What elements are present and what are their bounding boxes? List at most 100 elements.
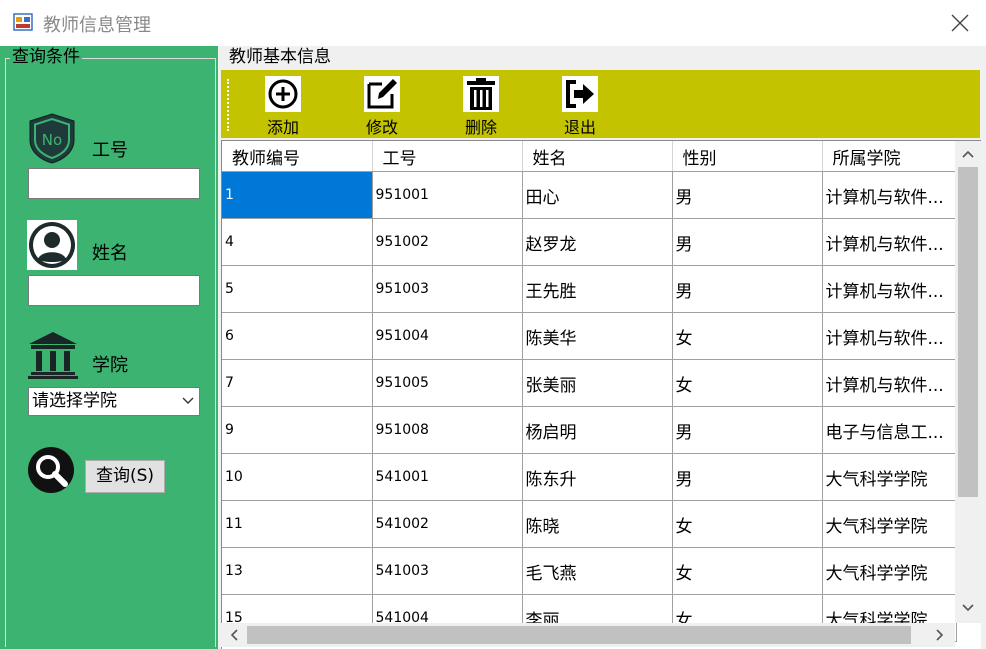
column-header-gender[interactable]: 性别 bbox=[672, 141, 823, 172]
table-cell[interactable]: 951001 bbox=[372, 171, 523, 219]
table-row[interactable]: 11 541002 陈晓 女 大气科学学院 bbox=[222, 500, 957, 548]
toolbar-grip[interactable] bbox=[227, 79, 231, 131]
table-cell[interactable]: 女 bbox=[672, 312, 823, 360]
college-select-value: 请选择学院 bbox=[32, 391, 117, 411]
table-cell[interactable]: 大气科学学院 bbox=[822, 453, 957, 501]
table-cell[interactable]: 毛飞燕 bbox=[522, 547, 673, 595]
edit-button[interactable]: 修改 bbox=[352, 76, 412, 138]
table-cell[interactable]: 田心 bbox=[522, 171, 673, 219]
table-cell[interactable]: 陈东升 bbox=[522, 453, 673, 501]
teacher-table-body: 教师编号 工号 姓名 性别 所属学院 1 951001 田心 男 计算机与软件.… bbox=[222, 141, 957, 642]
id-badge-icon: No bbox=[27, 112, 77, 169]
table-cell[interactable]: 电子与信息工... bbox=[822, 406, 957, 454]
table-cell[interactable]: 张美丽 bbox=[522, 359, 673, 407]
table-cell[interactable]: 计算机与软件... bbox=[822, 218, 957, 266]
table-cell[interactable]: 大气科学学院 bbox=[822, 500, 957, 548]
table-cell[interactable]: 陈晓 bbox=[522, 500, 673, 548]
scroll-up-icon[interactable] bbox=[957, 143, 979, 165]
column-header-teacher-no[interactable]: 教师编号 bbox=[222, 141, 373, 172]
add-button[interactable]: 添加 bbox=[253, 76, 313, 138]
table-cell[interactable]: 541003 bbox=[372, 547, 523, 595]
table-cell[interactable]: 10 bbox=[222, 453, 373, 501]
table-cell[interactable]: 7 bbox=[222, 359, 373, 407]
scroll-down-icon[interactable] bbox=[957, 597, 979, 619]
table-cell[interactable]: 541002 bbox=[372, 500, 523, 548]
edit-icon bbox=[352, 76, 412, 112]
college-select[interactable]: 请选择学院 bbox=[28, 387, 200, 416]
table-cell[interactable]: 9 bbox=[222, 406, 373, 454]
college-label: 学院 bbox=[92, 355, 128, 376]
query-group-title: 查询条件 bbox=[10, 46, 82, 68]
table-cell[interactable]: 女 bbox=[672, 359, 823, 407]
table-row[interactable]: 5 951003 王先胜 男 计算机与软件... bbox=[222, 265, 957, 313]
horizontal-scrollbar[interactable] bbox=[221, 623, 955, 647]
delete-label: 删除 bbox=[464, 118, 497, 137]
table-cell[interactable]: 女 bbox=[672, 547, 823, 595]
table-cell[interactable]: 4 bbox=[222, 218, 373, 266]
table-cell[interactable]: 951008 bbox=[372, 406, 523, 454]
table-cell[interactable]: 6 bbox=[222, 312, 373, 360]
table-cell[interactable]: 杨启明 bbox=[522, 406, 673, 454]
table-cell[interactable]: 1 bbox=[222, 171, 373, 219]
table-cell[interactable]: 大气科学学院 bbox=[822, 547, 957, 595]
vertical-scrollbar[interactable] bbox=[955, 141, 981, 623]
name-input[interactable] bbox=[28, 275, 200, 306]
table-row[interactable]: 13 541003 毛飞燕 女 大气科学学院 bbox=[222, 547, 957, 595]
horizontal-scroll-thumb[interactable] bbox=[247, 626, 911, 644]
table-cell[interactable]: 541001 bbox=[372, 453, 523, 501]
table-cell[interactable]: 计算机与软件... bbox=[822, 171, 957, 219]
column-header-staff-id[interactable]: 工号 bbox=[372, 141, 523, 172]
chevron-down-icon bbox=[181, 388, 195, 422]
edit-label: 修改 bbox=[365, 118, 398, 137]
table-cell[interactable]: 951004 bbox=[372, 312, 523, 360]
window-title: 教师信息管理 bbox=[43, 15, 151, 36]
search-button[interactable]: 查询(S) bbox=[85, 460, 165, 493]
add-circle-icon bbox=[253, 76, 313, 112]
close-icon[interactable] bbox=[940, 4, 980, 42]
app-icon bbox=[13, 13, 33, 31]
table-cell[interactable]: 女 bbox=[672, 500, 823, 548]
table-row[interactable]: 9 951008 杨启明 男 电子与信息工... bbox=[222, 406, 957, 454]
table-row[interactable]: 10 541001 陈东升 男 大气科学学院 bbox=[222, 453, 957, 501]
exit-label: 退出 bbox=[563, 118, 596, 137]
table-cell[interactable]: 5 bbox=[222, 265, 373, 313]
table-cell[interactable]: 陈美华 bbox=[522, 312, 673, 360]
table-row[interactable]: 1 951001 田心 男 计算机与软件... bbox=[222, 171, 957, 219]
college-building-icon bbox=[27, 330, 79, 385]
svg-text:No: No bbox=[42, 131, 62, 149]
title-bar: 教师信息管理 bbox=[0, 0, 986, 46]
scroll-right-icon[interactable] bbox=[929, 624, 951, 646]
table-cell[interactable]: 男 bbox=[672, 406, 823, 454]
search-icon[interactable] bbox=[27, 446, 77, 501]
table-cell[interactable]: 男 bbox=[672, 171, 823, 219]
table-cell[interactable]: 男 bbox=[672, 218, 823, 266]
table-cell[interactable]: 951002 bbox=[372, 218, 523, 266]
table-cell[interactable]: 计算机与软件... bbox=[822, 312, 957, 360]
vertical-scroll-thumb[interactable] bbox=[958, 167, 978, 497]
id-label: 工号 bbox=[92, 140, 128, 161]
scroll-left-icon[interactable] bbox=[223, 624, 245, 646]
table-cell[interactable]: 赵罗龙 bbox=[522, 218, 673, 266]
sign-out-icon bbox=[550, 76, 610, 112]
table-cell[interactable]: 王先胜 bbox=[522, 265, 673, 313]
table-cell[interactable]: 男 bbox=[672, 453, 823, 501]
teacher-table: 教师编号 工号 姓名 性别 所属学院 1 951001 田心 男 计算机与软件.… bbox=[221, 140, 981, 649]
table-row[interactable]: 6 951004 陈美华 女 计算机与软件... bbox=[222, 312, 957, 360]
table-cell[interactable]: 951005 bbox=[372, 359, 523, 407]
table-cell[interactable]: 计算机与软件... bbox=[822, 359, 957, 407]
table-cell[interactable]: 男 bbox=[672, 265, 823, 313]
table-cell[interactable]: 11 bbox=[222, 500, 373, 548]
add-label: 添加 bbox=[266, 118, 299, 137]
delete-button[interactable]: 删除 bbox=[451, 76, 511, 138]
table-row[interactable]: 7 951005 张美丽 女 计算机与软件... bbox=[222, 359, 957, 407]
table-header-row: 教师编号 工号 姓名 性别 所属学院 bbox=[222, 141, 957, 172]
id-input[interactable] bbox=[28, 168, 200, 199]
table-cell[interactable]: 951003 bbox=[372, 265, 523, 313]
table-row[interactable]: 4 951002 赵罗龙 男 计算机与软件... bbox=[222, 218, 957, 266]
table-cell[interactable]: 计算机与软件... bbox=[822, 265, 957, 313]
table-cell[interactable]: 13 bbox=[222, 547, 373, 595]
column-header-college[interactable]: 所属学院 bbox=[822, 141, 957, 172]
exit-button[interactable]: 退出 bbox=[550, 76, 610, 138]
name-label: 姓名 bbox=[92, 243, 128, 264]
column-header-name[interactable]: 姓名 bbox=[522, 141, 673, 172]
